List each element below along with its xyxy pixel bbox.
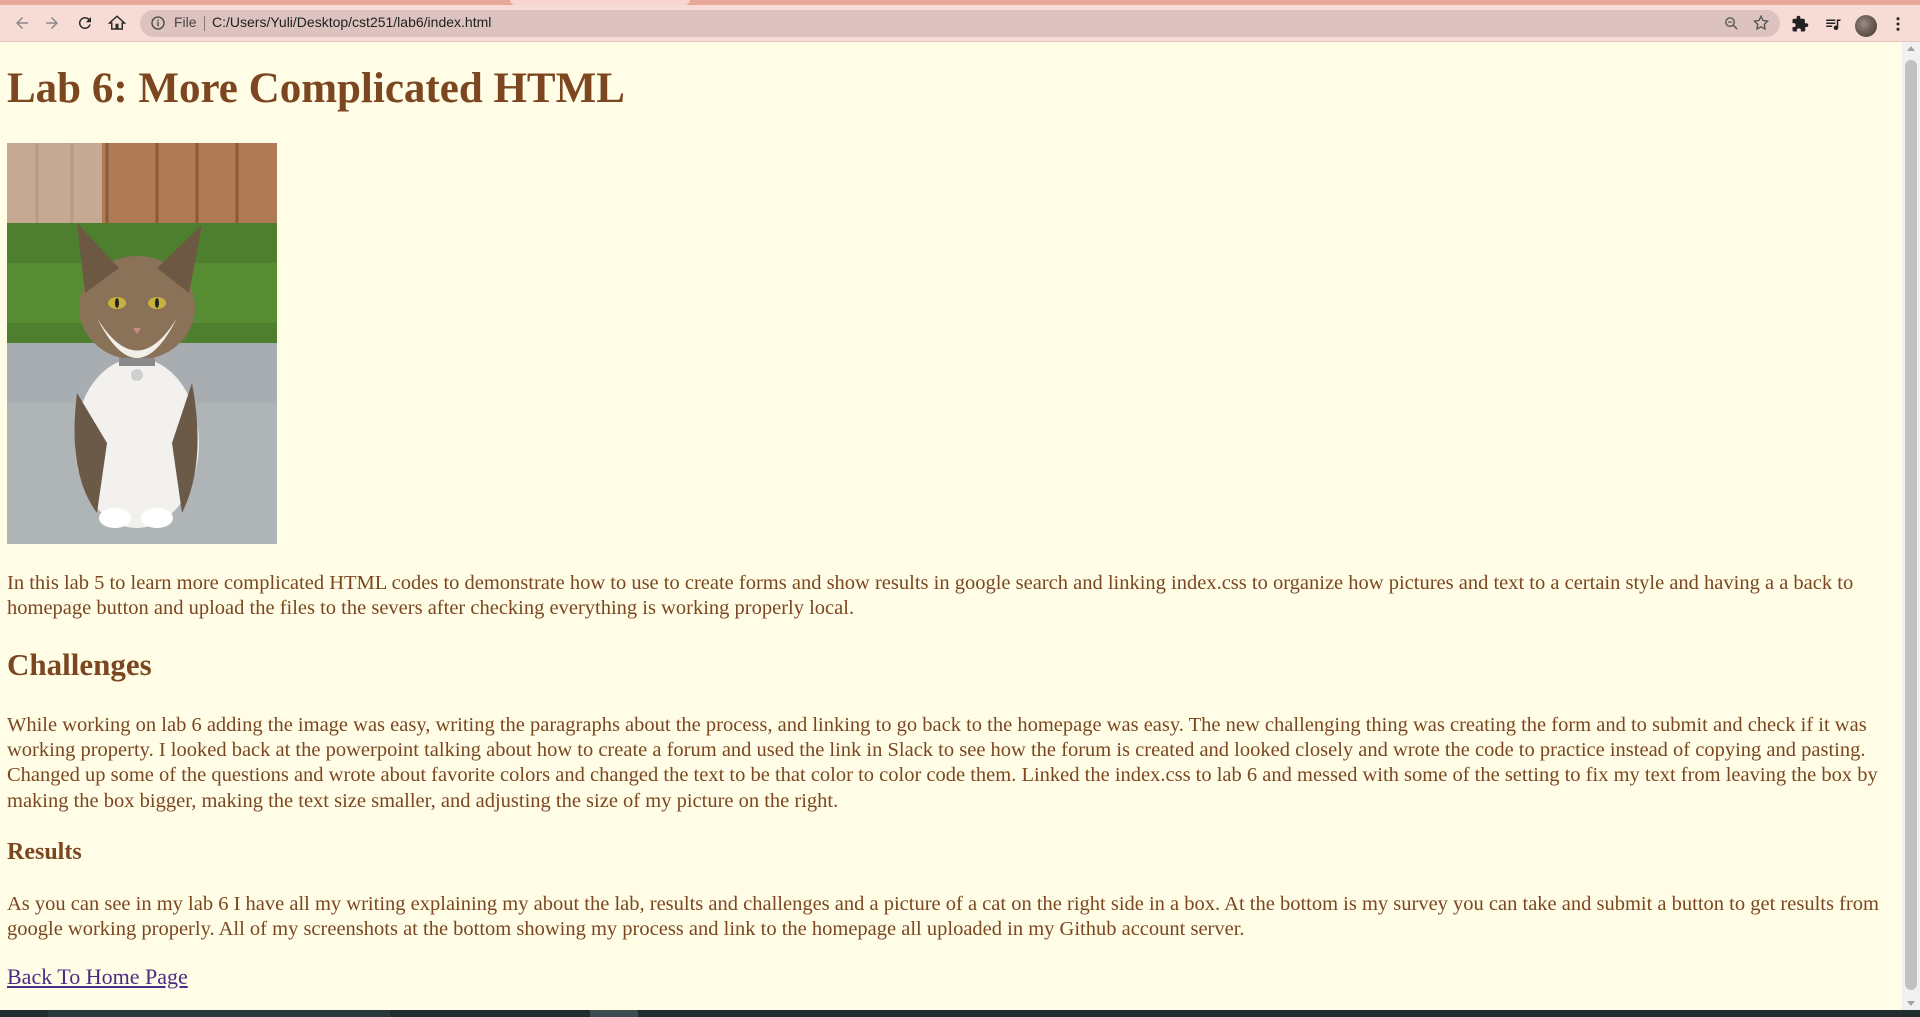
cat-photo (7, 143, 277, 544)
reload-button[interactable] (71, 9, 99, 37)
forward-icon (46, 17, 58, 29)
page-viewport: Lab 6: More Complicated HTML In this lab… (0, 42, 1902, 1010)
back-to-home-link[interactable]: Back To Home Page (7, 964, 188, 990)
media-icon (1826, 19, 1841, 31)
media-button[interactable] (1823, 14, 1843, 34)
forward-button[interactable] (38, 9, 66, 37)
results-paragraph: As you can see in my lab 6 I have all my… (7, 893, 1879, 940)
vertical-scrollbar[interactable] (1902, 42, 1920, 1010)
reload-icon (78, 16, 91, 29)
home-button[interactable] (103, 9, 131, 37)
challenges-heading: Challenges (7, 647, 152, 682)
page-title: Lab 6: More Complicated HTML (7, 65, 625, 112)
scroll-down-arrow-icon[interactable] (1907, 1001, 1915, 1006)
info-icon[interactable] (150, 15, 166, 31)
menu-button[interactable] (1888, 14, 1908, 34)
taskbar-item[interactable] (590, 1010, 638, 1017)
url-separator (204, 16, 205, 31)
challenges-paragraph: While working on lab 6 adding the image … (7, 714, 1878, 812)
menu-icon (1896, 17, 1900, 31)
star-icon[interactable] (1752, 14, 1770, 32)
scrollbar-thumb[interactable] (1905, 60, 1917, 990)
avatar[interactable] (1855, 15, 1877, 37)
back-icon (16, 17, 28, 29)
extensions-button[interactable] (1790, 14, 1810, 34)
browser-toolbar: File C:/Users/Yuli/Desktop/cst251/lab6/i… (0, 5, 1920, 42)
intro-paragraph: In this lab 5 to learn more complicated … (7, 572, 1854, 619)
taskbar (0, 1010, 1920, 1017)
taskbar-item[interactable] (48, 1010, 390, 1017)
results-heading: Results (7, 839, 82, 865)
home-icon (108, 15, 126, 30)
back-button[interactable] (8, 9, 36, 37)
extensions-icon (1792, 15, 1809, 32)
address-bar[interactable]: File C:/Users/Yuli/Desktop/cst251/lab6/i… (140, 10, 1780, 37)
url-text[interactable]: C:/Users/Yuli/Desktop/cst251/lab6/index.… (212, 14, 491, 30)
scroll-up-arrow-icon[interactable] (1907, 46, 1915, 51)
url-scheme-label: File (174, 14, 197, 30)
zoom-icon[interactable] (1723, 15, 1740, 32)
